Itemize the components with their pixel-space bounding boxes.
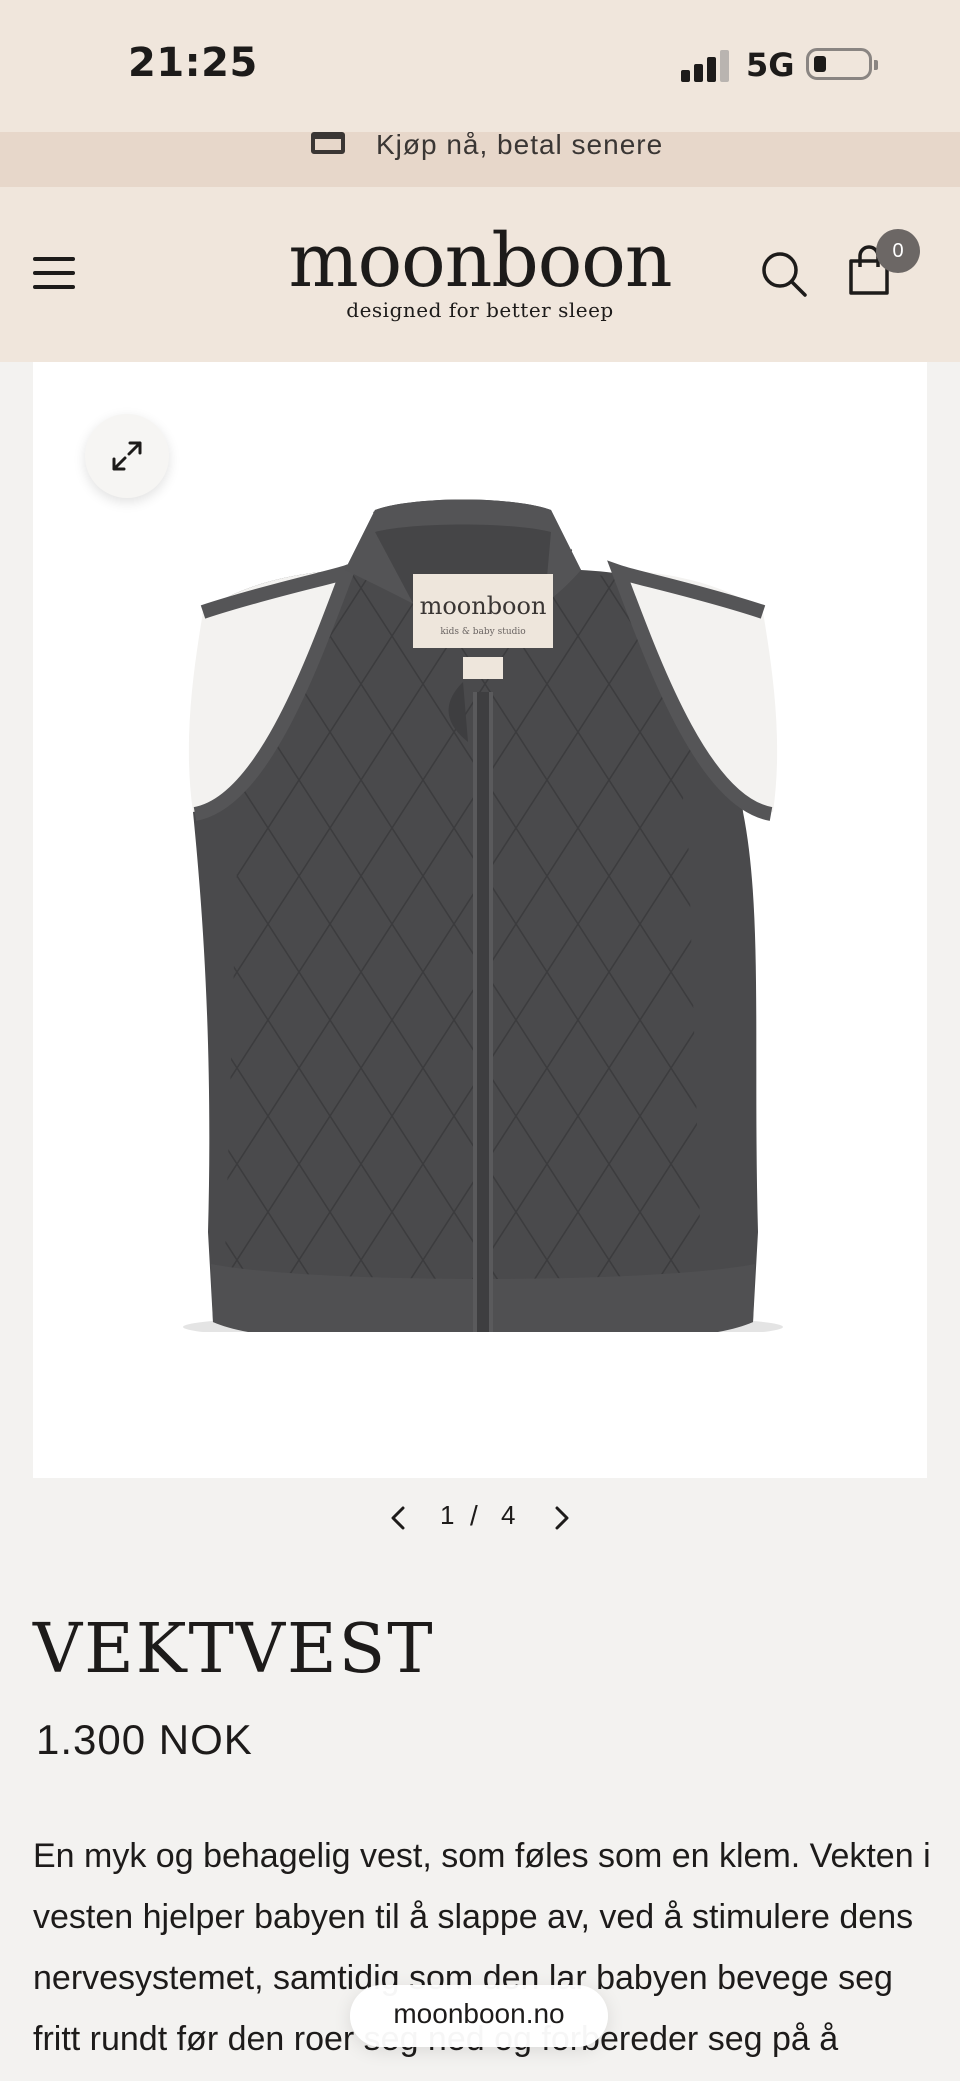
- promo-banner[interactable]: Kjøp nå, betal senere: [0, 132, 960, 187]
- signal-icon: [681, 50, 731, 82]
- cart-count-badge[interactable]: 0: [876, 229, 920, 273]
- search-icon[interactable]: [760, 250, 808, 298]
- garment-label-brand: moonboon: [420, 592, 547, 620]
- promo-text: Kjøp nå, betal senere: [376, 132, 664, 160]
- pager-current: 1: [440, 1500, 455, 1530]
- battery-icon: [806, 48, 878, 80]
- credit-card-icon: [311, 132, 345, 154]
- pager-separator: /: [470, 1500, 478, 1531]
- product-price: 1.300 NOK: [36, 1716, 253, 1763]
- site-header: moonboon designed for better sleep 0: [0, 187, 960, 362]
- network-label: 5G: [746, 46, 795, 84]
- browser-address-pill[interactable]: moonboon.no: [350, 1985, 608, 2047]
- pager-total: 4: [501, 1500, 516, 1530]
- product-title: VEKTVEST: [33, 1610, 435, 1689]
- gallery-pager: 1 / 4: [0, 1494, 960, 1542]
- brand-tagline: designed for better sleep: [346, 298, 614, 322]
- chevron-right-icon[interactable]: [549, 1502, 573, 1534]
- status-bar: 21:25 5G: [0, 0, 960, 132]
- battery-level: [814, 56, 826, 72]
- brand-logo[interactable]: moonboon: [0, 221, 960, 301]
- product-gallery[interactable]: moonboon kids & baby studio: [33, 362, 927, 1478]
- product-image-vest: moonboon kids & baby studio: [183, 499, 783, 1332]
- browser-domain: moonboon.no: [393, 1998, 565, 2029]
- status-time: 21:25: [128, 40, 258, 86]
- chevron-left-icon[interactable]: [387, 1502, 411, 1534]
- zoom-button[interactable]: [85, 414, 169, 498]
- expand-icon: [112, 441, 142, 471]
- garment-label-sub: kids & baby studio: [440, 627, 525, 637]
